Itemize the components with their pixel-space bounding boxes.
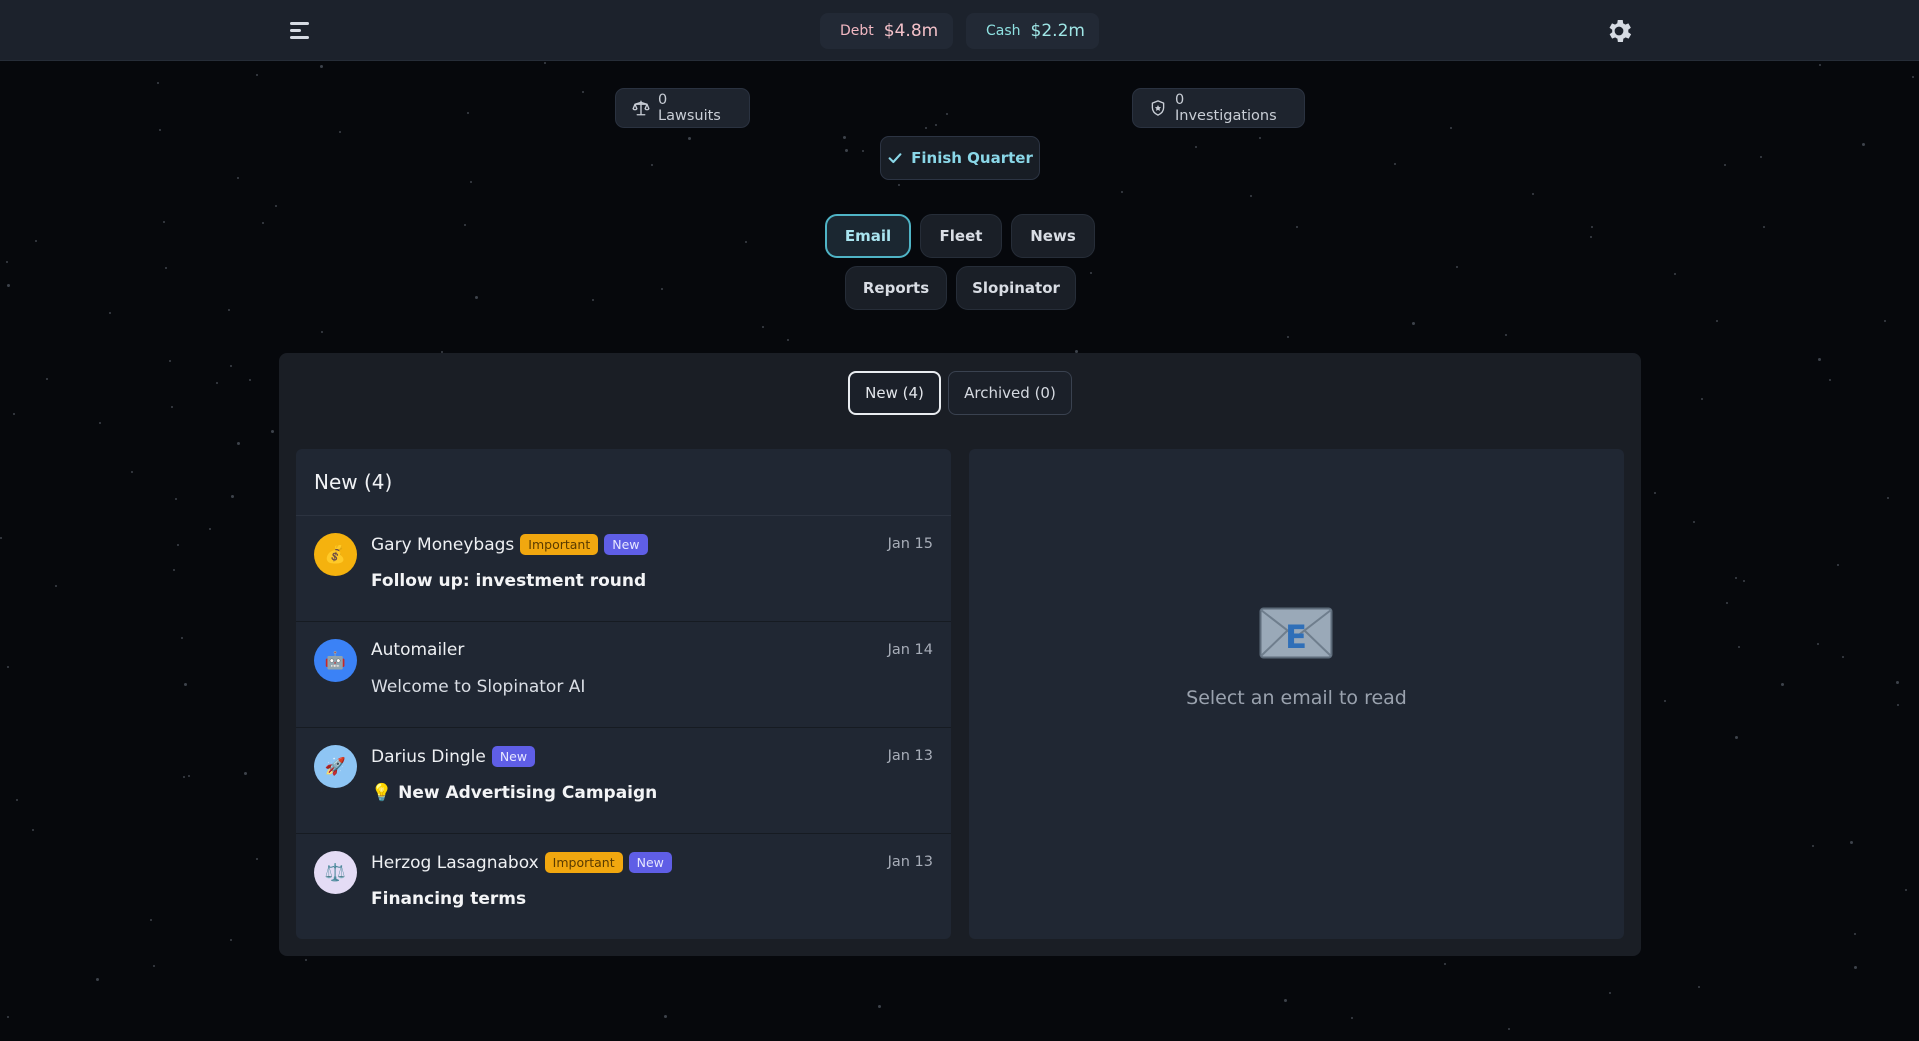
email-date: Jan 14 bbox=[887, 642, 933, 658]
svg-text:E: E bbox=[1285, 618, 1307, 656]
email-subject: 💡 New Advertising Campaign bbox=[371, 783, 658, 803]
email-list: New (4) 💰 Gary Moneybags Important New Ja… bbox=[296, 449, 951, 939]
important-badge: Important bbox=[520, 534, 599, 555]
email-row[interactable]: 🚀 Darius Dingle New Jan 13 💡 New Adverti… bbox=[296, 728, 951, 834]
email-list-title: New (4) bbox=[296, 449, 951, 516]
important-badge: Important bbox=[544, 852, 623, 873]
debt-indicator: Debt $4.8m bbox=[820, 13, 953, 49]
email-subject: Financing terms bbox=[371, 889, 527, 909]
top-bar: Debt $4.8m Cash $2.2m bbox=[0, 0, 1919, 61]
avatar-emoji: 💰 bbox=[324, 544, 347, 565]
new-badge: New bbox=[628, 852, 672, 873]
sender-avatar: 💰 bbox=[314, 533, 357, 576]
email-date: Jan 13 bbox=[887, 748, 933, 764]
sender-avatar: 🤖 bbox=[314, 639, 357, 682]
cash-value: $2.2m bbox=[1030, 21, 1085, 41]
nav-news[interactable]: News bbox=[1011, 214, 1095, 258]
email-row[interactable]: ⚖️ Herzog Lasagnabox Important New Jan 13… bbox=[296, 834, 951, 939]
avatar-emoji: ⚖️ bbox=[324, 862, 347, 883]
email-subject: Follow up: investment round bbox=[371, 571, 647, 591]
tab-archived[interactable]: Archived (0) bbox=[948, 371, 1072, 415]
hamburger-menu-icon[interactable] bbox=[289, 21, 313, 41]
gear-icon[interactable] bbox=[1604, 16, 1634, 46]
lawsuits-label: 0 Lawsuits bbox=[658, 92, 721, 124]
email-subject: Welcome to Slopinator AI bbox=[371, 677, 586, 697]
email-date: Jan 13 bbox=[887, 854, 933, 870]
investigations-counter[interactable]: 0 Investigations bbox=[1132, 88, 1305, 128]
sender-avatar: 🚀 bbox=[314, 745, 357, 788]
nav-slopinator[interactable]: Slopinator bbox=[956, 266, 1076, 310]
nav-reports[interactable]: Reports bbox=[845, 266, 947, 310]
sender-line: Gary Moneybags Important New bbox=[371, 534, 648, 555]
cash-label: Cash bbox=[986, 23, 1021, 39]
sender-line: Herzog Lasagnabox Important New bbox=[371, 852, 672, 873]
email-row[interactable]: 💰 Gary Moneybags Important New Jan 15 Fol… bbox=[296, 516, 951, 622]
new-badge: New bbox=[491, 746, 536, 767]
sender-avatar: ⚖️ bbox=[314, 851, 357, 894]
investigations-label: 0 Investigations bbox=[1175, 92, 1277, 124]
finish-quarter-button[interactable]: Finish Quarter bbox=[880, 136, 1040, 180]
email-date: Jan 15 bbox=[887, 536, 933, 552]
sender-line: Darius Dingle New bbox=[371, 746, 536, 767]
checkmark-icon bbox=[888, 153, 902, 164]
new-badge: New bbox=[604, 534, 648, 555]
envelope-e-icon: E bbox=[1259, 607, 1333, 659]
reader-placeholder: Select an email to read bbox=[1186, 687, 1407, 709]
email-reader: E Select an email to read bbox=[969, 449, 1624, 939]
sender-name: Darius Dingle bbox=[371, 746, 486, 767]
sender-line: Automailer bbox=[371, 640, 464, 660]
tab-new[interactable]: New (4) bbox=[848, 371, 941, 415]
avatar-emoji: 🤖 bbox=[324, 650, 347, 671]
finish-quarter-label: Finish Quarter bbox=[911, 149, 1033, 167]
scales-icon bbox=[632, 100, 650, 116]
sender-name: Herzog Lasagnabox bbox=[371, 852, 539, 873]
sender-name: Gary Moneybags bbox=[371, 534, 515, 555]
debt-value: $4.8m bbox=[883, 21, 939, 41]
sender-name: Automailer bbox=[371, 640, 465, 660]
cash-indicator: Cash $2.2m bbox=[966, 13, 1099, 49]
avatar-emoji: 🚀 bbox=[324, 756, 347, 777]
nav-fleet[interactable]: Fleet bbox=[920, 214, 1002, 258]
nav-email[interactable]: Email bbox=[825, 214, 911, 258]
lawsuits-counter[interactable]: 0 Lawsuits bbox=[615, 88, 750, 128]
shield-star-icon bbox=[1151, 100, 1165, 116]
email-row[interactable]: 🤖 Automailer Jan 14 Welcome to Slopinato… bbox=[296, 622, 951, 728]
debt-label: Debt bbox=[840, 23, 874, 39]
